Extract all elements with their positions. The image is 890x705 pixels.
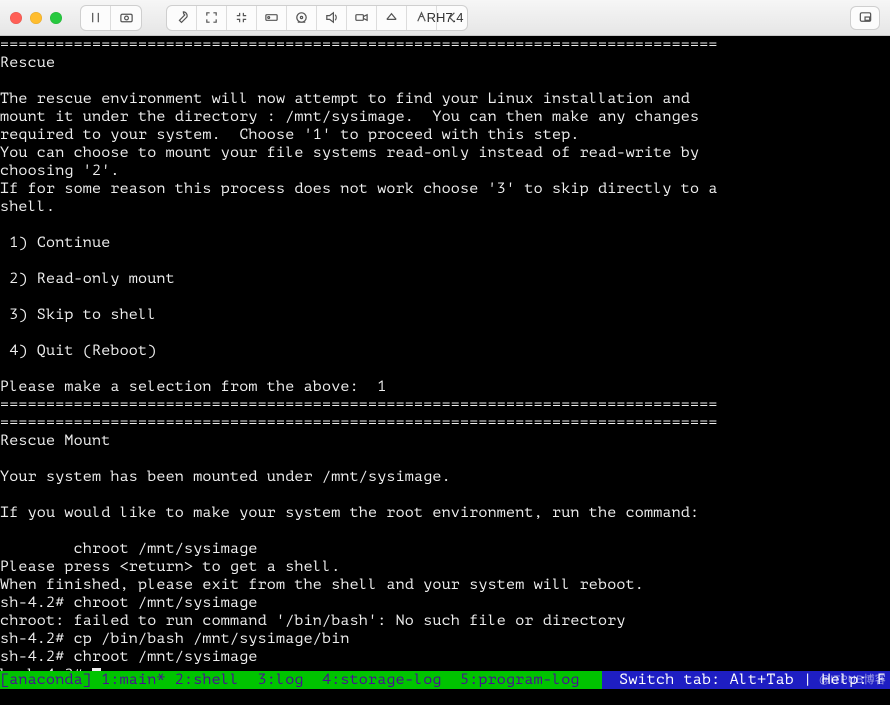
rescue-text: required to your system. Choose '1' to p… xyxy=(0,126,890,144)
rescue-heading: Rescue xyxy=(0,54,890,72)
divider-line: ========================================… xyxy=(0,414,890,432)
rescue-text: If for some reason this process does not… xyxy=(0,180,890,198)
shell-line: sh-4.2# chroot /mnt/sysimage xyxy=(0,594,890,612)
window-controls xyxy=(10,12,62,24)
contract-icon xyxy=(234,10,249,25)
pause-icon xyxy=(88,10,103,25)
resize-button[interactable] xyxy=(227,6,257,30)
toolbar-group-devices xyxy=(166,5,468,31)
sound-button[interactable] xyxy=(317,6,347,30)
rescue-text: choosing '2'. xyxy=(0,162,890,180)
option-readonly: 2) Read-only mount xyxy=(0,270,890,288)
option-quit: 4) Quit (Reboot) xyxy=(0,342,890,360)
press-return-text: Please press <return> to get a shell. xyxy=(0,558,890,576)
fullscreen-button[interactable] xyxy=(197,6,227,30)
finish-text: When finished, please exit from the shel… xyxy=(0,576,890,594)
mounted-message: Your system has been mounted under /mnt/… xyxy=(0,468,890,486)
close-window-button[interactable] xyxy=(10,12,22,24)
divider-line: ========================================… xyxy=(0,36,890,54)
titlebar: RH7.4 xyxy=(0,0,890,36)
optical-drive-button[interactable] xyxy=(287,6,317,30)
tmux-status-bar: [anaconda] 1:main* 2:shell 3:log 4:stora… xyxy=(0,671,890,689)
shell-line: sh-4.2# chroot /mnt/sysimage xyxy=(0,648,890,666)
hard-disk-icon xyxy=(264,10,279,25)
rescue-text: You can choose to mount your file system… xyxy=(0,144,890,162)
root-env-text: If you would like to make your system th… xyxy=(0,504,890,522)
camera-icon xyxy=(119,10,134,25)
root-env-command: chroot /mnt/sysimage xyxy=(0,540,890,558)
sound-icon xyxy=(324,10,339,25)
hard-disk-button[interactable] xyxy=(257,6,287,30)
network-button[interactable] xyxy=(377,6,407,30)
shell-line: sh-4.2# cp /bin/bash /mnt/sysimage/bin xyxy=(0,630,890,648)
network-icon xyxy=(384,10,399,25)
console-screen[interactable]: ========================================… xyxy=(0,36,890,705)
pip-icon xyxy=(858,10,873,25)
wrench-icon xyxy=(174,10,189,25)
rescue-text: shell. xyxy=(0,198,890,216)
minimize-window-button[interactable] xyxy=(30,12,42,24)
camera-device-button[interactable] xyxy=(347,6,377,30)
shell-line: chroot: failed to run command '/bin/bash… xyxy=(0,612,890,630)
rescue-text: The rescue environment will now attempt … xyxy=(0,90,890,108)
divider-line: ========================================… xyxy=(0,396,890,414)
disc-icon xyxy=(294,10,309,25)
selection-prompt: Please make a selection from the above: … xyxy=(0,378,890,396)
option-skip-shell: 3) Skip to shell xyxy=(0,306,890,324)
zoom-window-button[interactable] xyxy=(50,12,62,24)
status-left: [anaconda] 1:main* 2:shell 3:log 4:stora… xyxy=(0,671,580,689)
option-continue: 1) Continue xyxy=(0,234,890,252)
rescue-mount-heading: Rescue Mount xyxy=(0,432,890,450)
pause-button[interactable] xyxy=(81,6,111,30)
snapshot-button[interactable] xyxy=(111,6,141,30)
window-title: RH7.4 xyxy=(427,10,464,25)
toolbar-group-view xyxy=(80,5,142,31)
rescue-text: mount it under the directory : /mnt/sysi… xyxy=(0,108,890,126)
settings-button[interactable] xyxy=(167,6,197,30)
status-right: Switch tab: Alt+Tab | Help: F xyxy=(602,671,890,689)
pip-button[interactable] xyxy=(850,6,880,30)
expand-icon xyxy=(204,10,219,25)
video-icon xyxy=(354,10,369,25)
